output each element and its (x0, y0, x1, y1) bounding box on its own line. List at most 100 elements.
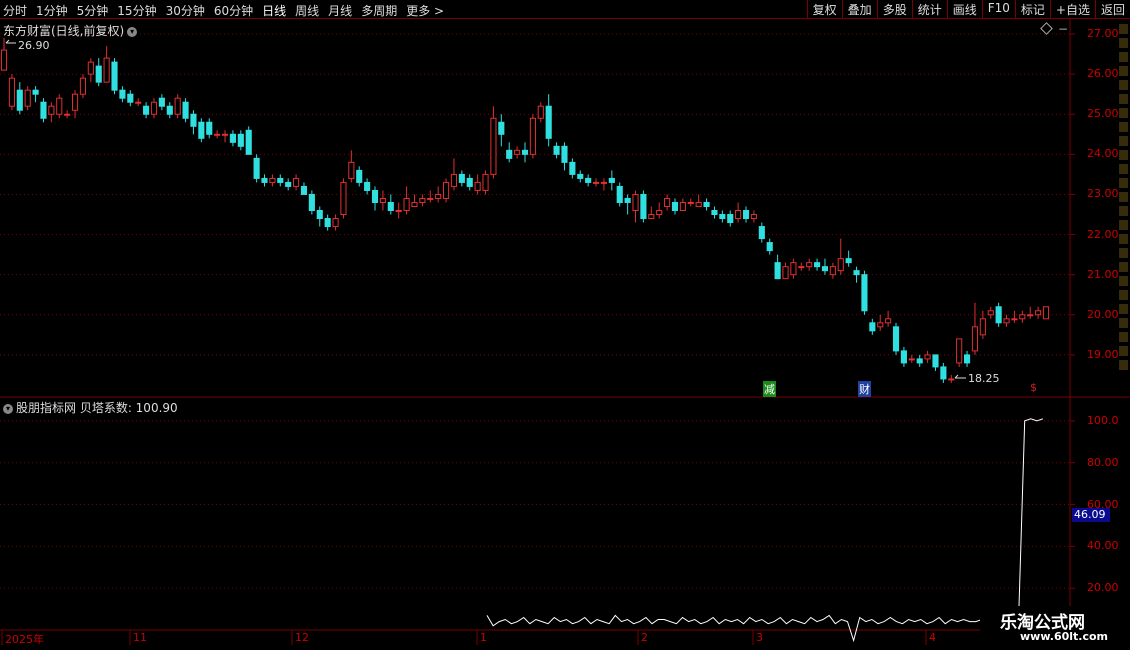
candle-body (24, 89, 31, 107)
candle-body (245, 129, 252, 155)
candle-body (198, 121, 205, 139)
candle-body (940, 366, 947, 380)
candle-body (300, 185, 308, 195)
candle-body (845, 258, 852, 264)
candle-body (585, 177, 592, 183)
candle-body (127, 93, 134, 103)
chevron-down-icon[interactable]: ▾ (127, 26, 138, 37)
candle-body (782, 266, 789, 280)
time-tick-label: 2 (641, 631, 648, 644)
candle-body (569, 161, 576, 175)
candle-body (214, 133, 221, 136)
candle-body (16, 89, 23, 111)
candle-body (1003, 318, 1010, 324)
candle-body (514, 149, 521, 155)
candle-body (32, 89, 39, 95)
candle-body (814, 262, 821, 268)
candle-body (371, 189, 379, 203)
indicator-title-text: 股朋指标网 贝塔系数: 100.90 (16, 401, 178, 415)
candle-body (624, 197, 631, 203)
indicator-tick-label: 40.00 (1087, 539, 1119, 553)
candle-body (869, 322, 876, 332)
candle-body (56, 97, 63, 115)
candle-body (664, 197, 671, 207)
high-price-label: 26.90 (18, 39, 50, 52)
candle-body (711, 210, 718, 216)
candle-body (403, 197, 410, 212)
candle-body (750, 214, 757, 220)
candle-body (1019, 314, 1026, 320)
candle-body (885, 318, 892, 324)
candle-body (237, 133, 244, 147)
minimize-icon[interactable]: − (1058, 22, 1068, 36)
price-tick-label: 23.00 (1087, 187, 1119, 201)
candle-body (498, 121, 505, 135)
candle-body (521, 149, 529, 155)
watermark-url: www.60lt.com (1020, 630, 1109, 643)
candle-body (419, 197, 426, 203)
candle-body (853, 270, 860, 276)
candle-body (735, 210, 742, 220)
time-tick-label: 12 (295, 631, 309, 644)
chevron-down-icon[interactable]: ▾ (3, 403, 13, 414)
candle-body (158, 97, 165, 107)
candle-body (316, 210, 323, 220)
candle-body (8, 77, 15, 107)
candle-body (790, 262, 797, 276)
candle-body (474, 181, 481, 191)
candle-body (1027, 314, 1034, 317)
candle-body (719, 214, 726, 220)
candle-body (253, 157, 260, 179)
candle-body (48, 105, 55, 115)
candle-body (206, 121, 213, 135)
candle-body (971, 326, 979, 352)
price-tick-label: 19.00 (1087, 347, 1119, 361)
candle-body (332, 218, 339, 228)
candle-body (348, 161, 355, 179)
candle-body (411, 201, 418, 207)
candle-body (806, 262, 813, 268)
candle-body (632, 193, 639, 212)
candle-body (837, 258, 844, 272)
candle-body (656, 210, 663, 216)
price-tick-label: 26.00 (1087, 67, 1119, 81)
candle-body (221, 133, 229, 136)
indicator-tick-label: 80.00 (1087, 455, 1119, 469)
candle-body (395, 210, 402, 213)
candle-body (545, 105, 552, 139)
candle-body (1035, 310, 1042, 316)
event-marker: $ (1030, 381, 1037, 394)
candle-body (948, 378, 955, 381)
candle-body (758, 226, 765, 240)
low-price-label: 18.25 (968, 372, 1000, 385)
candle-body (79, 77, 87, 95)
price-tick-label: 20.00 (1087, 307, 1119, 321)
candle-body (450, 173, 458, 187)
candle-body (379, 197, 386, 203)
candle-body (727, 214, 734, 224)
candle-body (877, 322, 884, 328)
candle-body (64, 113, 71, 116)
indicator-title: ▾ 股朋指标网 贝塔系数: 100.90 (3, 399, 178, 416)
candle-body (592, 181, 600, 184)
candle-body (506, 149, 513, 159)
candle-body (640, 193, 647, 220)
price-tick-label: 21.00 (1087, 267, 1119, 281)
candle-body (111, 61, 118, 91)
candle-body (308, 193, 315, 212)
candlestick-chart[interactable] (0, 0, 1130, 650)
candle-body (435, 193, 442, 199)
time-tick-label: 2025年 (5, 633, 44, 646)
high-arrow (5, 39, 16, 44)
candle-body (616, 185, 623, 203)
time-tick-label: 4 (929, 631, 936, 644)
candle-body (892, 326, 900, 352)
indicator-tick-label: 60.00 (1087, 497, 1119, 511)
candle-body (956, 338, 963, 364)
candle-body (916, 358, 923, 364)
indicator-tick-label: 20.00 (1087, 581, 1119, 595)
candle-body (537, 105, 544, 119)
candle-body (466, 177, 473, 187)
candle-body (277, 177, 284, 183)
candle-body (648, 214, 655, 220)
